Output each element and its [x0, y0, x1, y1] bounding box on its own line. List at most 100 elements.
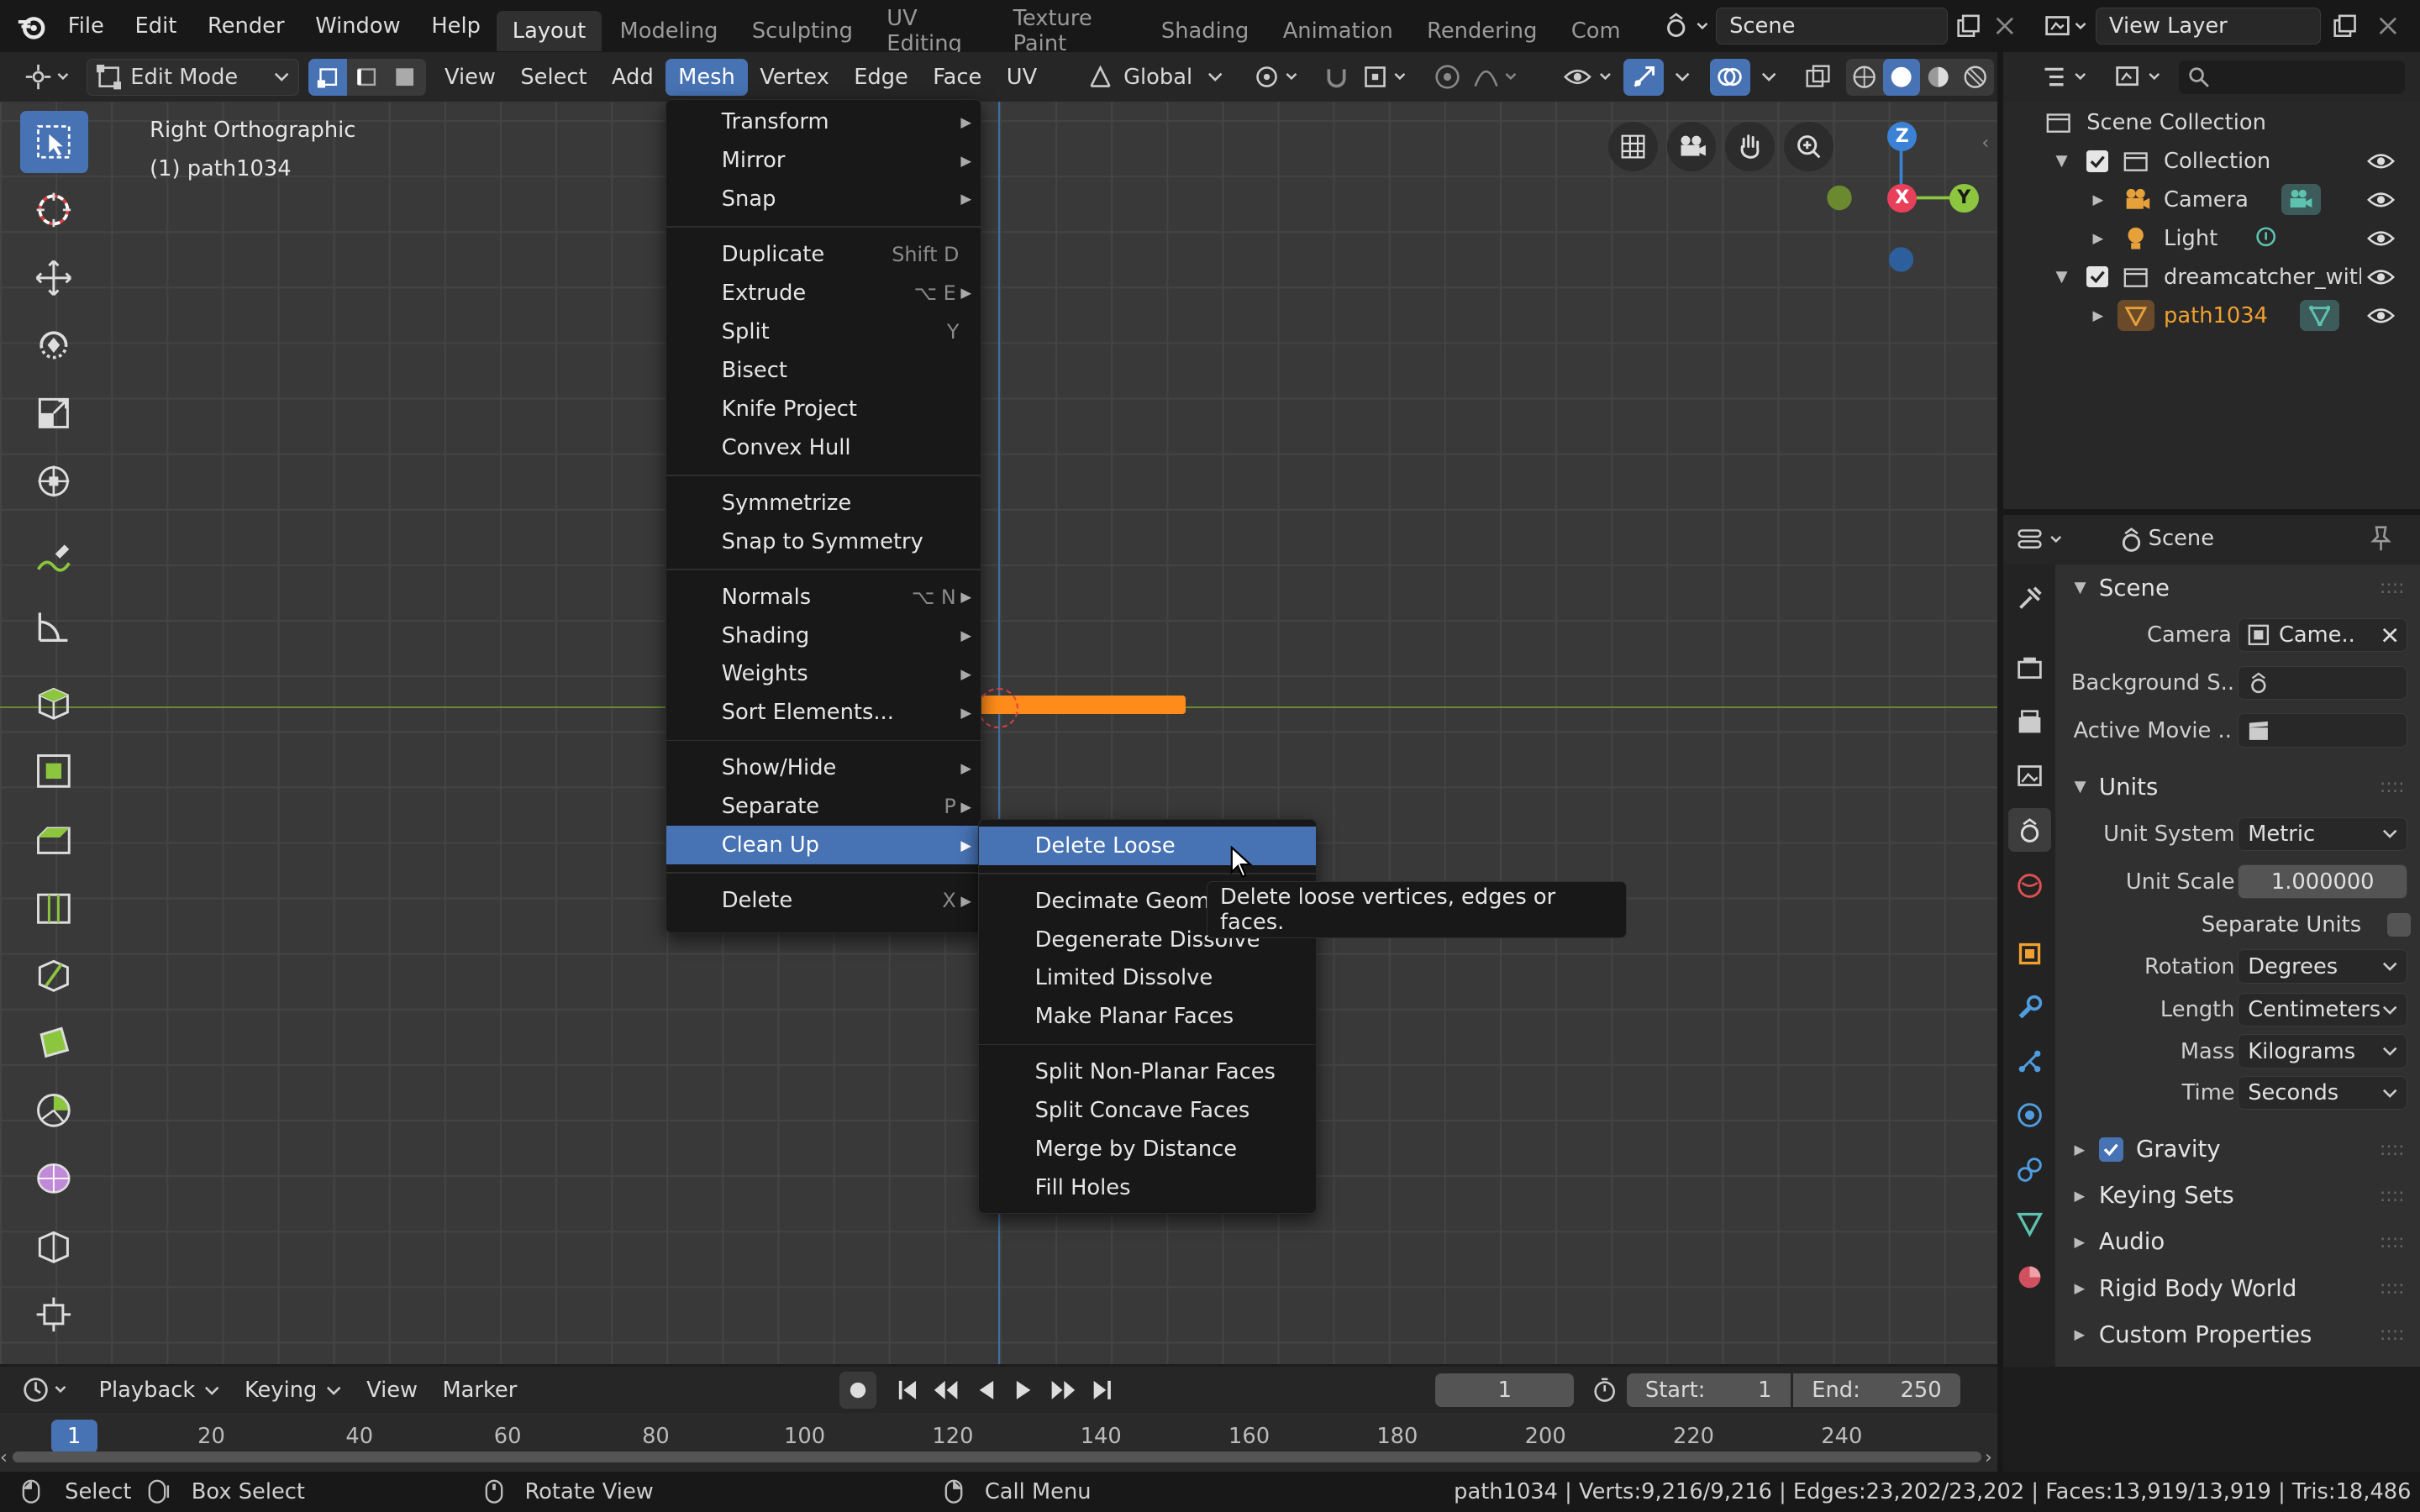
time-dropdown[interactable]: Seconds [2238, 1076, 2408, 1110]
mesh-menu-item-snap-to-symmetry[interactable]: Snap to Symmetry [666, 522, 981, 561]
editor-type-icon[interactable] [22, 59, 77, 96]
menu-view[interactable]: View [432, 59, 508, 96]
expand-arrow-icon[interactable]: ▶ [2093, 230, 2104, 246]
mesh-menu-item-clean-up[interactable]: Clean Up ▶ [666, 826, 981, 865]
drag-handle-icon[interactable]: :::: [2380, 1278, 2405, 1299]
mass-dropdown[interactable]: Kilograms [2238, 1034, 2408, 1068]
menu-mesh[interactable]: Mesh [666, 58, 748, 96]
panel-scene-header[interactable]: ▼ Scene :::: [2055, 564, 2419, 611]
outliner-row-dreamcatcher[interactable]: ▼ dreamcatcher_with_ [2003, 258, 2420, 297]
eye-icon[interactable] [2367, 266, 2396, 288]
stopwatch-icon[interactable] [1586, 1373, 1623, 1407]
record-icon[interactable] [839, 1371, 877, 1409]
mesh-menu-item-delete[interactable]: Delete X ▶ [666, 881, 981, 920]
outliner-row-camera[interactable]: ▶ Camera [2003, 181, 2420, 219]
menu-help[interactable]: Help [416, 0, 496, 52]
move-tool-icon[interactable] [20, 247, 88, 308]
tool-tab-icon[interactable] [2011, 580, 2048, 617]
panel-rigid-body-world-header[interactable]: ▶ Rigid Body World :::: [2055, 1265, 2419, 1311]
menu-edge[interactable]: Edge [842, 59, 921, 96]
playhead-frame[interactable]: 1 [50, 1419, 97, 1454]
jump-end-icon[interactable] [1081, 1372, 1120, 1409]
toggle-camera-grid-icon[interactable] [1607, 122, 1658, 171]
gizmo-toggle-icon[interactable] [1623, 58, 1664, 96]
gizmo-z-axis[interactable]: Z [1887, 122, 1918, 151]
solid-shading-icon[interactable] [1882, 58, 1920, 96]
checkbox-icon[interactable] [2086, 150, 2108, 172]
tab-uv-editing[interactable]: UV Editing [871, 9, 995, 52]
mesh-menu-item-extrude[interactable]: Extrude ⌥ E ▶ [666, 274, 981, 312]
mesh-menu-item-convex-hull[interactable]: Convex Hull [666, 428, 981, 467]
chevron-down-icon[interactable] [1667, 59, 1698, 96]
menu-window[interactable]: Window [300, 0, 416, 52]
drag-handle-icon[interactable]: :::: [2380, 776, 2405, 797]
rotate-tool-icon[interactable] [20, 315, 88, 376]
data-tab-icon[interactable] [2011, 1205, 2048, 1242]
tab-sculpting[interactable]: Sculpting [737, 11, 869, 51]
proportional-edit-icon[interactable] [1429, 59, 1466, 96]
render-tab-icon[interactable] [2011, 649, 2048, 686]
constraints-tab-icon[interactable] [2011, 1151, 2048, 1188]
face-select-mode-icon[interactable] [386, 59, 424, 96]
panel-keying-sets-header[interactable]: ▶ Keying Sets :::: [2055, 1173, 2419, 1219]
tab-compositing[interactable]: Com [1555, 11, 1635, 51]
eye-icon[interactable] [2367, 228, 2396, 249]
outliner-editor-type-icon[interactable] [2037, 59, 2098, 96]
material-tab-icon[interactable] [2011, 1259, 2048, 1296]
mesh-menu-item-separate[interactable]: Separate P ▶ [666, 787, 981, 826]
mesh-data-icon[interactable] [2299, 300, 2340, 331]
rendered-shading-icon[interactable] [1957, 59, 1994, 96]
transform-tool-icon[interactable] [20, 450, 88, 512]
world-tab-icon[interactable] [2011, 867, 2048, 904]
wireframe-shading-icon[interactable] [1846, 59, 1883, 96]
gravity-checkbox[interactable] [2098, 1137, 2124, 1162]
chevron-down-icon[interactable] [1753, 59, 1784, 96]
eye-icon[interactable] [2367, 305, 2396, 327]
mesh-menu-item-split[interactable]: Split Y [666, 312, 981, 351]
tab-animation[interactable]: Animation [1267, 11, 1408, 51]
drag-handle-icon[interactable]: :::: [2380, 1324, 2405, 1345]
particles-tab-icon[interactable] [2011, 1043, 2048, 1080]
cleanup-item-limited-dissolve[interactable]: Limited Dissolve [979, 959, 1315, 998]
checkbox-icon[interactable] [2086, 265, 2108, 288]
poly-build-tool-icon[interactable] [20, 1012, 88, 1074]
cleanup-item-split-non-planar-faces[interactable]: Split Non-Planar Faces [979, 1053, 1315, 1092]
unit-system-dropdown[interactable]: Metric [2238, 816, 2408, 851]
snap-icon[interactable] [1318, 59, 1355, 96]
separate-units-checkbox[interactable] [2387, 913, 2411, 937]
marker-menu[interactable]: Marker [430, 1372, 529, 1409]
spin-tool-icon[interactable] [20, 1079, 88, 1141]
tab-shading[interactable]: Shading [1146, 11, 1265, 51]
tab-rendering[interactable]: Rendering [1412, 11, 1553, 51]
menu-file[interactable]: File [52, 0, 119, 52]
inset-faces-tool-icon[interactable] [20, 740, 88, 801]
edge-slide-tool-icon[interactable] [20, 1215, 88, 1277]
play-reverse-icon[interactable] [966, 1372, 1005, 1409]
tab-modeling[interactable]: Modeling [604, 11, 734, 51]
new-view-layer-icon[interactable] [2328, 9, 2361, 43]
visibility-icon[interactable] [1559, 59, 1620, 96]
tab-layout[interactable]: Layout [497, 10, 602, 51]
timeline-scrollbar[interactable] [12, 1452, 1982, 1463]
snap-target-icon[interactable] [1358, 59, 1413, 96]
camera-view-icon[interactable] [1666, 122, 1717, 171]
jump-keyframe-forward-icon[interactable] [1044, 1372, 1082, 1409]
cleanup-item-fill-holes[interactable]: Fill Holes [979, 1168, 1315, 1207]
display-mode-icon[interactable] [2112, 59, 2173, 96]
smooth-tool-icon[interactable] [20, 1147, 88, 1209]
bevel-tool-icon[interactable] [20, 808, 88, 869]
mesh-menu-item-shading[interactable]: Shading ▶ [666, 617, 981, 655]
scene-selector-icon[interactable] [1660, 9, 1712, 43]
unit-scale-field[interactable]: 1.000000 [2238, 864, 2408, 899]
mesh-menu-item-weights[interactable]: Weights ▶ [666, 655, 981, 694]
sidebar-toggle-icon[interactable]: ‹ [1981, 133, 1989, 154]
panel-units-header[interactable]: ▼ Units :::: [2055, 764, 2419, 810]
outliner-row-path1034[interactable]: ▶ path1034 [2003, 297, 2420, 335]
outliner-row-scene-collection[interactable]: Scene Collection [2003, 103, 2420, 142]
mesh-menu-item-transform[interactable]: Transform ▶ [666, 102, 981, 141]
mesh-menu-item-symmetrize[interactable]: Symmetrize [666, 484, 981, 522]
close-scene-icon[interactable] [1988, 9, 2022, 43]
timeline-view-menu[interactable]: View [354, 1372, 429, 1409]
eye-icon[interactable] [2367, 189, 2396, 211]
properties-editor-type-icon[interactable] [2012, 522, 2074, 559]
